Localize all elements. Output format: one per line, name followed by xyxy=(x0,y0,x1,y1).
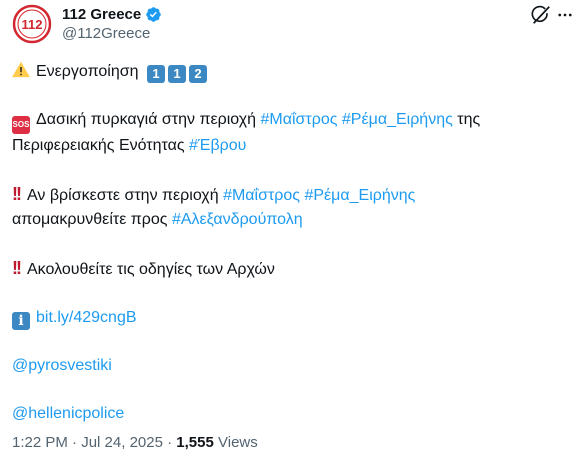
keycap-1-icon: 1 xyxy=(146,65,165,83)
instructions-text: Ακολουθείτε τις οδηγίες των Αρχών xyxy=(27,261,275,278)
activation-text: Ενεργοποίηση xyxy=(36,63,139,80)
avatar-text: 112 xyxy=(22,17,43,32)
views-count: 1,555 xyxy=(176,434,214,451)
tweet-text: Ενεργοποίηση 112 SOS Δασική πυρκαγιά στην… xyxy=(12,60,570,426)
sos-icon: SOS xyxy=(12,116,30,134)
tweet-time[interactable]: 1:22 PM xyxy=(12,434,68,451)
hashtag-rema-eirinis[interactable]: #Ρέμα_Ειρήνης xyxy=(342,111,453,128)
mention-pyrosvestiki-paragraph: @pyrosvestiki xyxy=(12,354,570,378)
keycap-1-icon: 1 xyxy=(167,65,186,83)
fire-alert-mid-text: της xyxy=(457,111,481,128)
author-handle[interactable]: @112Greece xyxy=(62,25,150,42)
verified-badge-icon xyxy=(146,7,162,22)
hashtag-evrou[interactable]: #Έβρου xyxy=(189,137,246,154)
mention-hellenicpolice-paragraph: @hellenicpolice xyxy=(12,402,570,426)
instructions-paragraph: !! Ακολουθείτε τις οδηγίες των Αρχών xyxy=(12,256,570,282)
meta-separator: · xyxy=(167,434,173,451)
grok-icon[interactable] xyxy=(530,4,552,26)
author-name-row: 112 Greece xyxy=(62,6,162,23)
evacuation-text: Αν βρίσκεστε στην περιοχή xyxy=(27,187,219,204)
double-exclamation-icon: !! xyxy=(12,258,22,278)
views-label: Views xyxy=(218,434,258,451)
fire-alert-second-text: Περιφερειακής Ενότητας xyxy=(12,137,185,154)
fire-alert-text: Δασική πυρκαγιά στην περιοχή xyxy=(36,111,257,128)
activation-line: Ενεργοποίηση 112 xyxy=(12,60,570,84)
tweet-date[interactable]: Jul 24, 2025 xyxy=(81,434,163,451)
hashtag-maistros[interactable]: #Μαΐστρος xyxy=(261,111,338,128)
evacuation-paragraph: !! Αν βρίσκεστε στην περιοχή #Μαΐστρος #Ρ… xyxy=(12,182,570,232)
more-icon[interactable] xyxy=(556,6,574,24)
fire-alert-paragraph: SOS Δασική πυρκαγιά στην περιοχή #Μαΐστρο… xyxy=(12,108,570,158)
hashtag-maistros-2[interactable]: #Μαΐστρος xyxy=(223,187,300,204)
tweet-meta: 1:22 PM · Jul 24, 2025 · 1,555 Views xyxy=(12,434,258,451)
double-exclamation-icon: !! xyxy=(12,184,22,204)
author-display-name[interactable]: 112 Greece xyxy=(62,6,141,23)
keycap-2-icon: 2 xyxy=(188,65,207,83)
short-link[interactable]: bit.ly/429cngB xyxy=(36,309,137,326)
evacuation-second-text: απομακρυνθείτε προς xyxy=(12,211,168,228)
112-logo-icon: 112 xyxy=(12,4,52,44)
mention-pyrosvestiki[interactable]: @pyrosvestiki xyxy=(12,357,112,374)
mention-hellenicpolice[interactable]: @hellenicpolice xyxy=(12,405,124,422)
hashtag-alexandroupoli[interactable]: #Αλεξανδρούπολη xyxy=(172,211,303,228)
link-paragraph: i bit.ly/429cngB xyxy=(12,306,570,330)
avatar[interactable]: 112 xyxy=(12,4,52,44)
warning-icon xyxy=(12,61,30,78)
meta-separator: · xyxy=(72,434,78,451)
info-icon: i xyxy=(12,312,30,330)
hashtag-rema-eirinis-2[interactable]: #Ρέμα_Ειρήνης xyxy=(304,187,415,204)
